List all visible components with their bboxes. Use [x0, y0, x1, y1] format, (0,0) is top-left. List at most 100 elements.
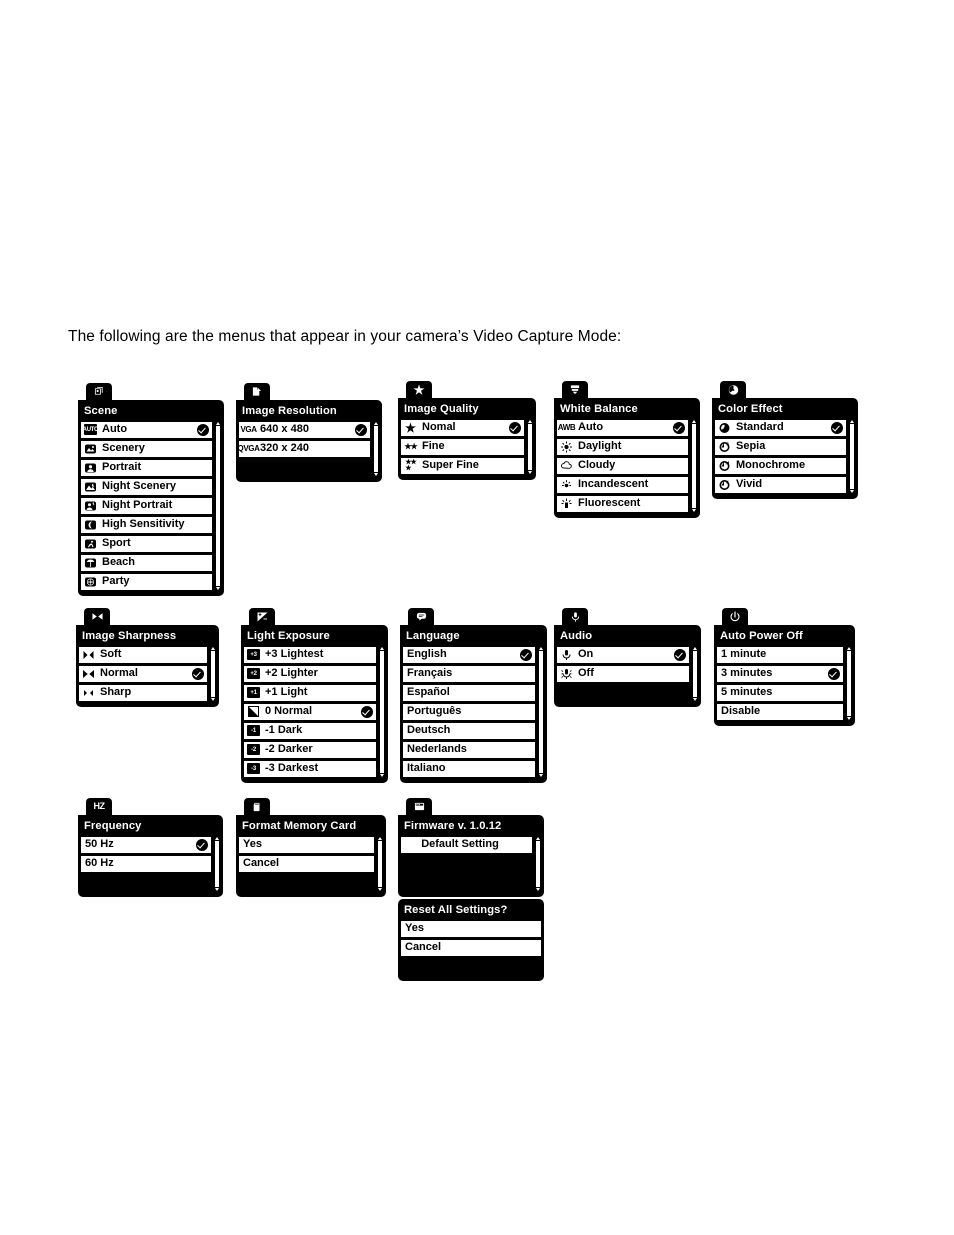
scroll-down-arrow-icon[interactable]: [373, 472, 378, 476]
menu-item[interactable]: VGA 640 x 480: [239, 420, 370, 439]
menu-item[interactable]: 3 minutes: [717, 664, 843, 683]
scroll-down-arrow-icon[interactable]: [527, 470, 532, 474]
menu-item[interactable]: 50 Hz: [81, 835, 211, 854]
menu-item[interactable]: Sport: [81, 534, 212, 553]
scroll-down-arrow-icon[interactable]: [535, 887, 540, 891]
scroll-down-arrow-icon[interactable]: [210, 697, 215, 701]
menu-item[interactable]: Normal: [79, 664, 207, 683]
menu-scrollbar[interactable]: [690, 418, 697, 513]
scrollbar-thumb[interactable]: [214, 840, 219, 887]
menu-item[interactable]: Cancel: [239, 854, 374, 873]
menu-scrollbar[interactable]: [691, 645, 698, 702]
menu-item[interactable]: Off: [557, 664, 689, 683]
scrollbar-thumb[interactable]: [849, 423, 854, 489]
menu-item[interactable]: Scenery: [81, 439, 212, 458]
menu-scrollbar[interactable]: [372, 420, 379, 477]
menu-item[interactable]: Beach: [81, 553, 212, 572]
scrollbar-thumb[interactable]: [691, 423, 696, 508]
menu-scrollbar[interactable]: [214, 420, 221, 591]
menu-scrollbar[interactable]: [845, 645, 852, 721]
menu-item[interactable]: Disable: [717, 702, 843, 721]
menu-item[interactable]: Sharp: [79, 683, 207, 702]
menu-scrollbar[interactable]: [378, 645, 385, 778]
menu-scrollbar[interactable]: [537, 645, 544, 778]
scroll-up-arrow-icon[interactable]: [210, 646, 215, 650]
scroll-up-arrow-icon[interactable]: [846, 646, 851, 650]
menu-item[interactable]: Cancel: [401, 938, 541, 957]
scrollbar-thumb[interactable]: [373, 425, 378, 472]
scroll-down-arrow-icon[interactable]: [379, 773, 384, 777]
scroll-up-arrow-icon[interactable]: [373, 421, 378, 425]
menu-item[interactable]: +2 +2 Lighter: [244, 664, 376, 683]
scroll-up-arrow-icon[interactable]: [535, 836, 540, 840]
scroll-up-arrow-icon[interactable]: [527, 419, 532, 423]
scroll-down-arrow-icon[interactable]: [377, 887, 382, 891]
menu-scrollbar[interactable]: [848, 418, 855, 494]
menu-item[interactable]: +1 +1 Light: [244, 683, 376, 702]
menu-item[interactable]: 5 minutes: [717, 683, 843, 702]
menu-item[interactable]: +3 +3 Lightest: [244, 645, 376, 664]
menu-item[interactable]: Fluorescent: [557, 494, 688, 513]
scroll-down-arrow-icon[interactable]: [214, 887, 219, 891]
scrollbar-thumb[interactable]: [377, 840, 382, 887]
scrollbar-thumb[interactable]: [527, 423, 532, 470]
menu-item[interactable]: Soft: [79, 645, 207, 664]
menu-item[interactable]: Deutsch: [403, 721, 535, 740]
menu-scrollbar[interactable]: [213, 835, 220, 892]
menu-item[interactable]: On: [557, 645, 689, 664]
menu-scrollbar[interactable]: [209, 645, 216, 702]
menu-item[interactable]: English: [403, 645, 535, 664]
menu-item[interactable]: Français: [403, 664, 535, 683]
menu-item[interactable]: ★★ Fine: [401, 437, 524, 456]
menu-item[interactable]: High Sensitivity: [81, 515, 212, 534]
menu-item[interactable]: Cloudy: [557, 456, 688, 475]
menu-scrollbar[interactable]: [534, 835, 541, 892]
menu-item[interactable]: -2 -2 Darker: [244, 740, 376, 759]
menu-item[interactable]: 60 Hz: [81, 854, 211, 873]
menu-item[interactable]: -3 -3 Darkest: [244, 759, 376, 778]
scroll-down-arrow-icon[interactable]: [849, 489, 854, 493]
menu-item[interactable]: -1 -1 Dark: [244, 721, 376, 740]
scrollbar-thumb[interactable]: [210, 650, 215, 697]
scroll-down-arrow-icon[interactable]: [691, 508, 696, 512]
menu-scrollbar[interactable]: [526, 418, 533, 475]
menu-item[interactable]: AUTO Auto: [81, 420, 212, 439]
menu-item[interactable]: 1 minute: [717, 645, 843, 664]
menu-item[interactable]: Yes: [401, 919, 541, 938]
menu-item[interactable]: QVGA 320 x 240: [238, 439, 370, 458]
menu-item[interactable]: Night Scenery: [81, 477, 212, 496]
menu-item[interactable]: M Monochrome: [715, 456, 846, 475]
menu-item[interactable]: Night Portrait: [81, 496, 212, 515]
menu-item[interactable]: Español: [403, 683, 535, 702]
menu-item[interactable]: 0 Normal: [244, 702, 376, 721]
menu-item[interactable]: V Vivid: [715, 475, 846, 494]
scroll-up-arrow-icon[interactable]: [379, 646, 384, 650]
menu-item[interactable]: Default Setting: [401, 835, 532, 854]
menu-item[interactable]: Daylight: [557, 437, 688, 456]
menu-item[interactable]: ★★ ★ Super Fine: [401, 456, 524, 475]
menu-item[interactable]: Nederlands: [403, 740, 535, 759]
menu-item[interactable]: Party: [81, 572, 212, 591]
menu-item[interactable]: Portrait: [81, 458, 212, 477]
scroll-down-arrow-icon[interactable]: [846, 716, 851, 720]
scroll-up-arrow-icon[interactable]: [377, 836, 382, 840]
menu-item[interactable]: Italiano: [403, 759, 535, 778]
scroll-up-arrow-icon[interactable]: [691, 419, 696, 423]
menu-item[interactable]: Yes: [239, 835, 374, 854]
scrollbar-thumb[interactable]: [538, 650, 543, 773]
scroll-up-arrow-icon[interactable]: [538, 646, 543, 650]
scroll-down-arrow-icon[interactable]: [538, 773, 543, 777]
scrollbar-thumb[interactable]: [379, 650, 384, 773]
menu-item[interactable]: AWB Auto: [557, 418, 688, 437]
menu-scrollbar[interactable]: [376, 835, 383, 892]
scrollbar-thumb[interactable]: [692, 650, 697, 697]
scroll-up-arrow-icon[interactable]: [692, 646, 697, 650]
scroll-up-arrow-icon[interactable]: [214, 836, 219, 840]
menu-item[interactable]: ★ Nomal: [401, 418, 524, 437]
menu-item[interactable]: Incandescent: [557, 475, 688, 494]
menu-item[interactable]: Português: [403, 702, 535, 721]
menu-item[interactable]: S Sepia: [715, 437, 846, 456]
scrollbar-thumb[interactable]: [535, 840, 540, 887]
scroll-down-arrow-icon[interactable]: [692, 697, 697, 701]
menu-item[interactable]: Standard: [715, 418, 846, 437]
